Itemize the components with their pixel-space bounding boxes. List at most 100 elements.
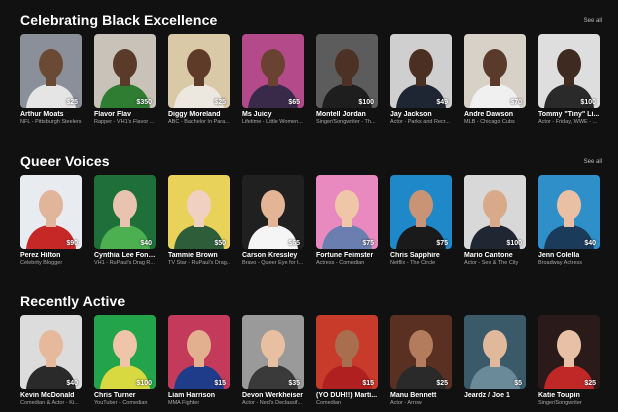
talent-name[interactable]: Tammie Brown <box>168 252 230 259</box>
talent-card[interactable]: $15 Liam Harrison MMA Fighter <box>168 315 230 406</box>
talent-thumbnail[interactable]: $15 <box>316 315 378 389</box>
section-title: Recently Active <box>20 293 126 309</box>
talent-name[interactable]: Tommy "Tiny" Li... <box>538 111 600 118</box>
talent-card[interactable]: $75 Chris Sapphire Netflix - The Circle <box>390 175 452 266</box>
card-row: $40 Kevin McDonald Comedian & Actor - Ki..… <box>20 315 610 412</box>
talent-thumbnail[interactable]: $49 <box>390 34 452 108</box>
section-header: Celebrating Black Excellence See all <box>0 12 618 32</box>
talent-thumbnail[interactable]: $65 <box>242 175 304 249</box>
price-badge: $15 <box>362 380 374 387</box>
talent-thumbnail[interactable]: $5 <box>464 315 526 389</box>
talent-card[interactable]: $35 Devon Werkheiser Actor - Ned's Declass… <box>242 315 304 406</box>
profile-photo <box>390 34 452 108</box>
price-badge: $75 <box>362 240 374 247</box>
talent-card[interactable]: $15 (YO DUH!!) Marti... Comedian <box>316 315 378 406</box>
see-all-link[interactable]: See all <box>584 159 602 165</box>
talent-thumbnail[interactable]: $100 <box>94 315 156 389</box>
talent-name[interactable]: Jeardz / Joe 1 <box>464 392 526 399</box>
price-badge: $35 <box>288 380 300 387</box>
section-2: Recently Active $40 Kevin McDonald Comedian… <box>0 293 618 406</box>
talent-card[interactable]: $25 Manu Bennett Actor - Arrow <box>390 315 452 406</box>
talent-card[interactable]: $5 Jeardz / Joe 1 <box>464 315 526 400</box>
talent-name[interactable]: Liam Harrison <box>168 392 230 399</box>
talent-name[interactable]: Fortune Feimster <box>316 252 378 259</box>
talent-thumbnail[interactable]: $100 <box>316 34 378 108</box>
talent-name[interactable]: Devon Werkheiser <box>242 392 304 399</box>
talent-card[interactable]: $65 Ms Juicy Lifetime - Little Women... <box>242 34 304 125</box>
see-all-link[interactable]: See all <box>584 18 602 24</box>
talent-card[interactable]: $40 Jenn Colella Broadway Actress <box>538 175 600 266</box>
talent-card[interactable]: $90 Perez Hilton Celebrity Blogger <box>20 175 82 266</box>
talent-thumbnail[interactable]: $25 <box>20 34 82 108</box>
talent-card[interactable]: $70 Andre Dawson MLB - Chicago Cubs <box>464 34 526 125</box>
talent-name[interactable]: Jay Jackson <box>390 111 452 118</box>
talent-name[interactable]: Kevin McDonald <box>20 392 82 399</box>
talent-card[interactable]: $50 Tammie Brown TV Star - RuPaul's Drag..… <box>168 175 230 266</box>
talent-subtitle: Netflix - The Circle <box>390 260 436 266</box>
profile-photo <box>20 175 82 249</box>
talent-name[interactable]: Andre Dawson <box>464 111 526 118</box>
profile-photo <box>538 315 600 389</box>
talent-card[interactable]: $350 Flavor Flav Rapper - VH1's Flavor ... <box>94 34 156 125</box>
talent-thumbnail[interactable]: $25 <box>538 315 600 389</box>
talent-name[interactable]: Flavor Flav <box>94 111 156 118</box>
talent-card[interactable]: $75 Fortune Feimster Actress - Comedian <box>316 175 378 266</box>
talent-thumbnail[interactable]: $75 <box>316 175 378 249</box>
talent-name[interactable]: (YO DUH!!) Marti... <box>316 392 378 399</box>
talent-card[interactable]: $40 Kevin McDonald Comedian & Actor - Ki..… <box>20 315 82 406</box>
talent-thumbnail[interactable]: $15 <box>168 315 230 389</box>
talent-thumbnail[interactable]: $90 <box>20 175 82 249</box>
talent-card[interactable]: $100 Montell Jordan Singer/Songwriter - Th… <box>316 34 378 125</box>
profile-photo <box>168 175 230 249</box>
talent-thumbnail[interactable]: $65 <box>242 34 304 108</box>
talent-thumbnail[interactable]: $40 <box>538 175 600 249</box>
photo-head <box>261 190 285 220</box>
talent-name[interactable]: Chris Sapphire <box>390 252 452 259</box>
profile-photo <box>538 175 600 249</box>
talent-thumbnail[interactable]: $25 <box>168 34 230 108</box>
price-badge: $50 <box>214 240 226 247</box>
talent-name[interactable]: Montell Jordan <box>316 111 378 118</box>
price-badge: $100 <box>358 99 374 106</box>
talent-thumbnail[interactable]: $50 <box>168 175 230 249</box>
talent-card[interactable]: $40 Cynthia Lee Font... VH1 - RuPaul's Dra… <box>94 175 156 266</box>
talent-name[interactable]: Katie Toupin <box>538 392 600 399</box>
talent-card[interactable]: $25 Diggy Moreland ABC - Bachelor In Para.… <box>168 34 230 125</box>
talent-name[interactable]: Ms Juicy <box>242 111 304 118</box>
profile-photo <box>168 315 230 389</box>
talent-name[interactable]: Diggy Moreland <box>168 111 230 118</box>
talent-name[interactable]: Arthur Moats <box>20 111 82 118</box>
talent-name[interactable]: Chris Turner <box>94 392 156 399</box>
talent-subtitle: Actor - Parks and Recr... <box>390 119 450 125</box>
price-badge: $25 <box>436 380 448 387</box>
talent-name[interactable]: Carson Kressley <box>242 252 304 259</box>
talent-card[interactable]: $25 Arthur Moats NFL - Pittsburgh Steelers <box>20 34 82 125</box>
talent-card[interactable]: $100 Chris Turner YouTuber - Comedian <box>94 315 156 406</box>
talent-thumbnail[interactable]: $40 <box>20 315 82 389</box>
talent-thumbnail[interactable]: $350 <box>94 34 156 108</box>
talent-name[interactable]: Cynthia Lee Font... <box>94 252 156 259</box>
section-1: Queer Voices See all $90 Perez Hilton Celebr… <box>0 153 618 266</box>
talent-name[interactable]: Manu Bennett <box>390 392 452 399</box>
talent-name[interactable]: Jenn Colella <box>538 252 600 259</box>
talent-subtitle: Comedian & Actor - Ki... <box>20 400 79 406</box>
price-badge: $15 <box>214 380 226 387</box>
talent-thumbnail[interactable]: $75 <box>390 175 452 249</box>
talent-card[interactable]: $100 Mario Cantone Actor - Sex & The City <box>464 175 526 266</box>
talent-card[interactable]: $49 Jay Jackson Actor - Parks and Recr... <box>390 34 452 125</box>
talent-card[interactable]: $65 Carson Kressley Bravo - Queer Eye for … <box>242 175 304 266</box>
talent-card[interactable]: $100 Tommy "Tiny" Li... Actor - Friday, WW… <box>538 34 600 125</box>
talent-thumbnail[interactable]: $70 <box>464 34 526 108</box>
talent-name[interactable]: Mario Cantone <box>464 252 526 259</box>
talent-thumbnail[interactable]: $40 <box>94 175 156 249</box>
talent-thumbnail[interactable]: $35 <box>242 315 304 389</box>
profile-photo <box>464 34 526 108</box>
talent-thumbnail[interactable]: $25 <box>390 315 452 389</box>
talent-thumbnail[interactable]: $100 <box>464 175 526 249</box>
talent-card[interactable]: $25 Katie Toupin Singer/Songwriter <box>538 315 600 406</box>
talent-thumbnail[interactable]: $100 <box>538 34 600 108</box>
photo-head <box>187 49 211 79</box>
price-badge: $25 <box>584 380 596 387</box>
talent-name[interactable]: Perez Hilton <box>20 252 82 259</box>
profile-photo <box>20 315 82 389</box>
